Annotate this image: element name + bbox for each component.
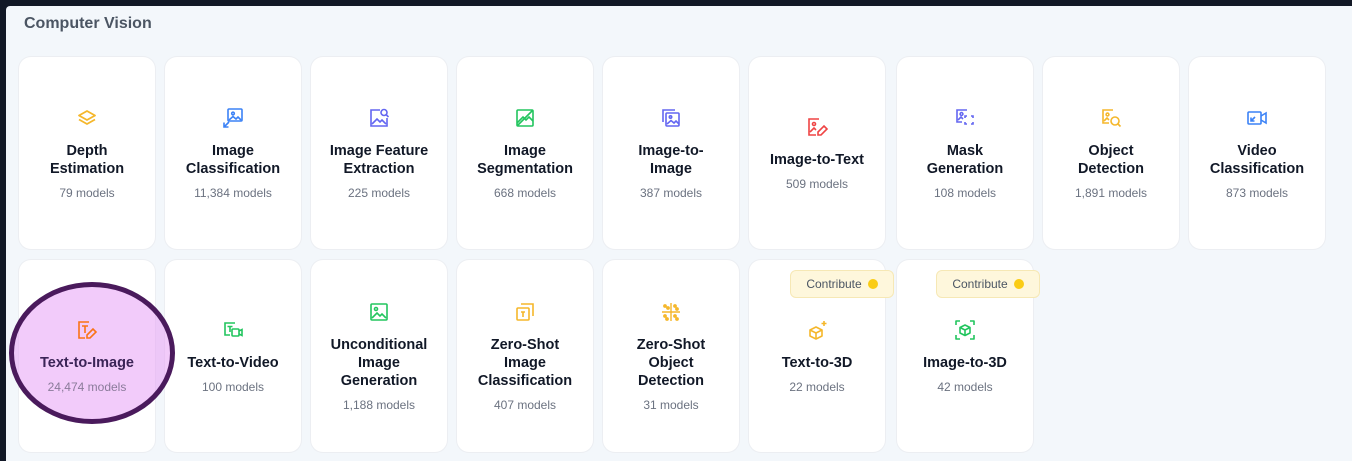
- task-card-zero-shot-image-classification[interactable]: Zero-Shot Image Classification 407 model…: [457, 260, 593, 452]
- model-count: 873 models: [1225, 186, 1289, 200]
- model-count: 407 models: [493, 398, 557, 412]
- model-count: 1,188 models: [342, 398, 416, 412]
- task-label: Video Classification: [1209, 143, 1305, 177]
- task-label: Mask Generation: [926, 143, 1004, 177]
- image-stack-icon: [659, 106, 683, 130]
- task-card-depth-estimation[interactable]: Depth Estimation 79 models: [19, 57, 155, 249]
- model-count: 31 models: [643, 398, 699, 412]
- model-count: 24,474 models: [47, 380, 127, 394]
- task-label: Depth Estimation: [49, 143, 125, 177]
- section-title: Computer Vision: [24, 15, 152, 32]
- task-card-unconditional-image-generation[interactable]: Unconditional Image Generation 1,188 mod…: [311, 260, 447, 452]
- image-icon: [367, 300, 391, 324]
- model-count: 11,384 models: [194, 186, 272, 200]
- layers-icon: [75, 106, 99, 130]
- mask-icon: [953, 106, 977, 130]
- cube-frame-icon: [953, 318, 977, 342]
- task-label: Zero-Shot Object Detection: [636, 337, 706, 389]
- task-card-text-to-video[interactable]: Text-to-Video 100 models: [165, 260, 301, 452]
- contribute-button-image-to-3d[interactable]: Contribute: [936, 270, 1040, 298]
- model-count: 509 models: [785, 177, 849, 191]
- task-card-image-classification[interactable]: Image Classification 11,384 models: [165, 57, 301, 249]
- task-label: Image-to-Text: [770, 152, 864, 168]
- object-detection-icon: [1099, 106, 1123, 130]
- video-icon: [1245, 106, 1269, 130]
- zero-shot-image-icon: [513, 300, 537, 324]
- task-label: Image Segmentation: [477, 143, 573, 177]
- model-count: 108 models: [933, 186, 997, 200]
- model-count: 668 models: [493, 186, 557, 200]
- task-card-zero-shot-object-detection[interactable]: Zero-Shot Object Detection 31 models: [603, 260, 739, 452]
- task-label: Text-to-Video: [187, 355, 279, 371]
- model-count: 387 models: [639, 186, 703, 200]
- image-search-icon: [367, 106, 391, 130]
- contribute-label: Contribute: [952, 277, 1008, 291]
- task-label: Text-to-3D: [781, 355, 853, 371]
- scatter-icon: [659, 300, 683, 324]
- task-card-text-to-image[interactable]: Text-to-Image 24,474 models: [19, 260, 155, 452]
- image-segment-icon: [513, 106, 537, 130]
- text-pen-icon: [75, 318, 99, 342]
- contribute-button-text-to-3d[interactable]: Contribute: [790, 270, 894, 298]
- task-label: Zero-Shot Image Classification: [477, 337, 573, 389]
- task-card-mask-generation[interactable]: Mask Generation 108 models: [897, 57, 1033, 249]
- model-count: 100 models: [201, 380, 265, 394]
- window-frame: Computer Vision Depth Estimation 79 mode…: [0, 0, 1352, 461]
- task-label: Text-to-Image: [40, 355, 134, 371]
- task-label: Image-to-3D: [923, 355, 1007, 371]
- contribute-label: Contribute: [806, 277, 862, 291]
- image-classification-icon: [221, 106, 245, 130]
- task-label: Image Feature Extraction: [329, 143, 429, 177]
- text-video-icon: [221, 318, 245, 342]
- model-count: 225 models: [347, 186, 411, 200]
- task-card-image-to-image[interactable]: Image-to- Image 387 models: [603, 57, 739, 249]
- task-card-object-detection[interactable]: Object Detection 1,891 models: [1043, 57, 1179, 249]
- model-count: 42 models: [937, 380, 993, 394]
- task-label: Unconditional Image Generation: [330, 337, 428, 389]
- task-card-video-classification[interactable]: Video Classification 873 models: [1189, 57, 1325, 249]
- model-count: 79 models: [59, 186, 115, 200]
- coin-icon: [867, 279, 878, 289]
- task-card-image-feature-extraction[interactable]: Image Feature Extraction 225 models: [311, 57, 447, 249]
- cube-plus-icon: [805, 318, 829, 342]
- task-card-image-segmentation[interactable]: Image Segmentation 668 models: [457, 57, 593, 249]
- task-label: Image Classification: [185, 143, 281, 177]
- coin-icon: [1013, 279, 1024, 289]
- task-card-image-to-text[interactable]: Image-to-Text 509 models: [749, 57, 885, 249]
- task-label: Object Detection: [1077, 143, 1145, 177]
- model-count: 1,891 models: [1074, 186, 1148, 200]
- task-label: Image-to- Image: [638, 143, 704, 177]
- image-pen-icon: [805, 115, 829, 139]
- model-count: 22 models: [789, 380, 845, 394]
